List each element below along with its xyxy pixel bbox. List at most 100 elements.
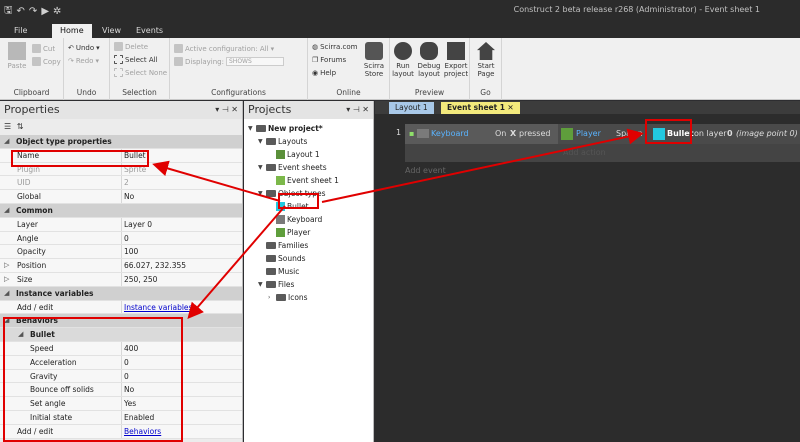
tree-families[interactable]: Families xyxy=(266,241,308,250)
collapse-arrow-icon[interactable]: ◢ xyxy=(4,289,9,297)
properties-toolbar: ☰ ⇅ xyxy=(0,119,242,135)
group-label-configurations: Configurations xyxy=(211,88,266,97)
tree-icons[interactable]: › Icons xyxy=(268,293,308,302)
export-project-button[interactable]: Export project xyxy=(442,42,470,78)
action-object: Player xyxy=(576,129,601,138)
save-icon[interactable]: 🖫 xyxy=(4,3,13,20)
collapse-arrow-icon[interactable]: ◢ xyxy=(4,206,9,214)
debug-layout-button[interactable]: Debug layout xyxy=(416,42,442,78)
property-value: 250, 250 xyxy=(124,274,158,284)
property-key: Angle xyxy=(17,233,39,243)
tab-events[interactable]: Events xyxy=(128,24,171,38)
group-label-undo: Undo xyxy=(76,88,97,97)
property-row[interactable]: Add / edit Instance variables xyxy=(0,300,242,315)
expand-arrow-icon: ▼ xyxy=(258,164,263,171)
undo-icon[interactable]: ↶ xyxy=(17,6,25,17)
tree-player[interactable]: Player xyxy=(276,228,310,237)
forums-link[interactable]: ❐ Forums xyxy=(312,56,346,64)
condition-block[interactable]: ▪ Keyboard On X pressed xyxy=(405,124,558,144)
add-event-link[interactable]: Add event xyxy=(405,166,446,175)
property-key: Size xyxy=(17,274,33,284)
property-row[interactable]: Layer Layer 0 xyxy=(0,217,242,232)
scirra-com-link[interactable]: ◍ Scirra.com xyxy=(312,43,357,51)
tab-file[interactable]: File xyxy=(6,24,35,38)
delete-button[interactable]: Delete xyxy=(114,42,148,51)
debug-icon[interactable]: ✲ xyxy=(53,6,61,17)
property-row[interactable]: ▷ Size 250, 250 xyxy=(0,272,242,287)
globe-icon: ◍ xyxy=(312,43,319,51)
tree-files[interactable]: ▼ Files xyxy=(258,280,294,289)
undo-button[interactable]: ↶ Undo ▾ xyxy=(68,44,100,52)
property-key: Instance variables xyxy=(16,288,94,298)
column-divider xyxy=(121,217,122,231)
property-row[interactable]: Global No xyxy=(0,190,242,204)
close-tab-icon[interactable]: ✕ xyxy=(507,103,513,112)
tab-event-sheet-1[interactable]: Event sheet 1 ✕ xyxy=(441,102,520,114)
categorized-icon[interactable]: ☰ xyxy=(4,122,11,131)
expand-arrow-icon[interactable]: ▷ xyxy=(4,275,9,283)
column-divider xyxy=(121,259,122,272)
annotation-box-behaviors xyxy=(3,317,183,442)
group-configurations: Active configuration: All ▾ Displaying: SH… xyxy=(170,38,308,100)
expand-arrow-icon: ▼ xyxy=(258,190,263,197)
property-key: UID xyxy=(17,178,31,188)
column-divider xyxy=(121,245,122,259)
tab-home[interactable]: Home xyxy=(52,24,92,38)
help-link[interactable]: ◉ Help xyxy=(312,69,336,77)
property-category[interactable]: ◢ Common xyxy=(0,203,242,218)
tree-root[interactable]: ▼ New project* xyxy=(248,124,323,133)
tree-keyboard[interactable]: Keyboard xyxy=(276,215,322,224)
property-link[interactable]: Instance variables xyxy=(124,303,192,312)
expand-arrow-icon[interactable]: ▷ xyxy=(4,261,9,269)
play-icon[interactable]: ▶ xyxy=(41,6,49,17)
action-layer-value: 0 xyxy=(727,129,733,138)
panel-controls[interactable]: ▾ ⊣ ✕ xyxy=(346,105,369,114)
tree-layouts[interactable]: ▼ Layouts xyxy=(258,137,307,146)
property-key: Opacity xyxy=(17,247,46,257)
property-category[interactable]: ◢ Object type properties xyxy=(0,135,242,149)
add-action-link[interactable]: Add action xyxy=(563,148,606,157)
event-row[interactable]: ▪ Keyboard On X pressed Player Spawn Bul… xyxy=(405,124,800,162)
tab-view[interactable]: View xyxy=(94,24,129,38)
tab-layout-1[interactable]: Layout 1 xyxy=(389,102,434,114)
property-row[interactable]: ▷ Position 66.027, 232.355 xyxy=(0,259,242,273)
cut-button[interactable]: Cut xyxy=(32,44,55,53)
folder-icon xyxy=(266,164,276,171)
chevron-down-icon: ▾ xyxy=(96,44,100,52)
projects-panel: Projects ▾ ⊣ ✕ ▼ New project* ▼ Layouts La… xyxy=(244,101,374,442)
copy-button[interactable]: Copy xyxy=(32,57,61,66)
start-page-button[interactable]: Start Page xyxy=(471,42,501,78)
panel-controls[interactable]: ▾ ⊣ ✕ xyxy=(215,105,238,114)
folder-icon xyxy=(276,294,286,301)
tree-music[interactable]: Music xyxy=(266,267,299,276)
active-configuration-dropdown[interactable]: Active configuration: All ▾ xyxy=(174,44,274,53)
event-sheet: 1 ▪ Keyboard On X pressed Player Spawn B… xyxy=(375,114,800,442)
property-row[interactable]: UID 2 xyxy=(0,176,242,191)
undo-arrow-icon: ↶ xyxy=(68,44,74,52)
select-none-icon xyxy=(114,68,123,77)
property-value: Layer 0 xyxy=(124,219,153,229)
property-category[interactable]: ◢ Instance variables xyxy=(0,286,242,301)
run-layout-button[interactable]: Run layout xyxy=(390,42,416,78)
folder-icon xyxy=(266,255,276,262)
event-sheet-area: Layout 1 Event sheet 1 ✕ 1 ▪ Keyboard On… xyxy=(375,101,800,442)
scirra-store-button[interactable]: Scirra Store xyxy=(359,42,389,78)
select-none-button[interactable]: Select None xyxy=(114,68,167,77)
tree-sounds[interactable]: Sounds xyxy=(266,254,306,263)
expand-arrow-icon: ▼ xyxy=(248,125,253,132)
tree-event-sheets[interactable]: ▼ Event sheets xyxy=(258,163,327,172)
select-all-button[interactable]: Select All xyxy=(114,55,158,64)
redo-icon[interactable]: ↷ xyxy=(29,6,37,17)
tree-event-sheet-1[interactable]: Event sheet 1 xyxy=(276,176,339,185)
player-sprite-icon xyxy=(276,228,285,237)
property-row[interactable]: Angle 0 xyxy=(0,231,242,246)
folder-icon xyxy=(266,281,276,288)
redo-button[interactable]: ↷ Redo ▾ xyxy=(68,57,99,65)
sort-alpha-icon[interactable]: ⇅ xyxy=(17,122,24,131)
tree-layout-1[interactable]: Layout 1 xyxy=(276,150,320,159)
property-row[interactable]: Opacity 100 xyxy=(0,245,242,260)
display-icon xyxy=(174,57,183,66)
collapse-arrow-icon[interactable]: ◢ xyxy=(4,137,9,145)
displaying-field[interactable]: Displaying: SHOWS xyxy=(174,57,284,66)
paste-button[interactable]: Paste xyxy=(2,42,32,70)
